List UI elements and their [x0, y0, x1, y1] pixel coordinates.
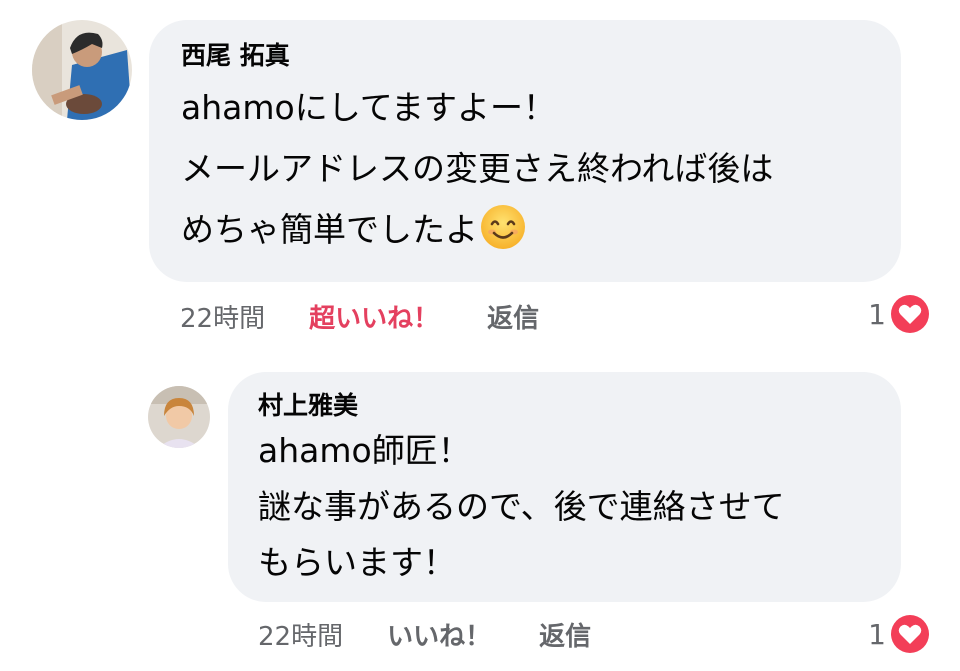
reaction-count: 1	[868, 617, 886, 651]
reaction-summary[interactable]: 1	[868, 294, 930, 334]
comment-text-line: メールアドレスの変更さえ終われば後は	[181, 149, 774, 188]
user-photo-icon	[32, 20, 132, 120]
comment-actions: 22時間 超いいね！ 返信	[180, 296, 539, 336]
comment-text: めちゃ簡単でしたよ	[181, 210, 478, 249]
comment-text-line: ahamo師匠！	[258, 431, 471, 470]
reply-button[interactable]: 返信	[539, 616, 591, 653]
like-button[interactable]: いいね！	[387, 616, 491, 653]
like-button[interactable]: 超いいね！	[309, 298, 439, 335]
comment-text-line: 謎な事があるので、後で連絡させて	[258, 487, 785, 526]
comment-text-line: ahamoにしてますよー！	[181, 88, 557, 127]
comment-author[interactable]: 西尾 拓真	[181, 41, 901, 71]
heart-icon	[891, 295, 929, 333]
comment-bubble: 西尾 拓真 ahamoにしてますよー！ メールアドレスの変更さえ終われば後は め…	[149, 20, 901, 282]
comment-author[interactable]: 村上雅美	[258, 391, 901, 421]
reaction-count: 1	[868, 297, 886, 331]
reaction-summary[interactable]: 1	[868, 614, 930, 654]
heart-icon	[891, 615, 929, 653]
smiling-face-emoji-icon	[481, 205, 525, 249]
avatar[interactable]	[32, 20, 132, 120]
comment-timestamp[interactable]: 22時間	[258, 616, 343, 653]
comment-text-line-with-emoji: めちゃ簡単でしたよ	[181, 199, 901, 260]
comment-text-line: もらいます！	[258, 543, 456, 582]
user-photo-icon	[148, 386, 210, 448]
avatar[interactable]	[148, 386, 210, 448]
comment-timestamp[interactable]: 22時間	[180, 298, 265, 335]
comment-bubble: 村上雅美 ahamo師匠！ 謎な事があるので、後で連絡させて もらいます！	[228, 372, 901, 602]
reply-button[interactable]: 返信	[487, 298, 539, 335]
comment-actions: 22時間 いいね！ 返信	[258, 614, 591, 654]
